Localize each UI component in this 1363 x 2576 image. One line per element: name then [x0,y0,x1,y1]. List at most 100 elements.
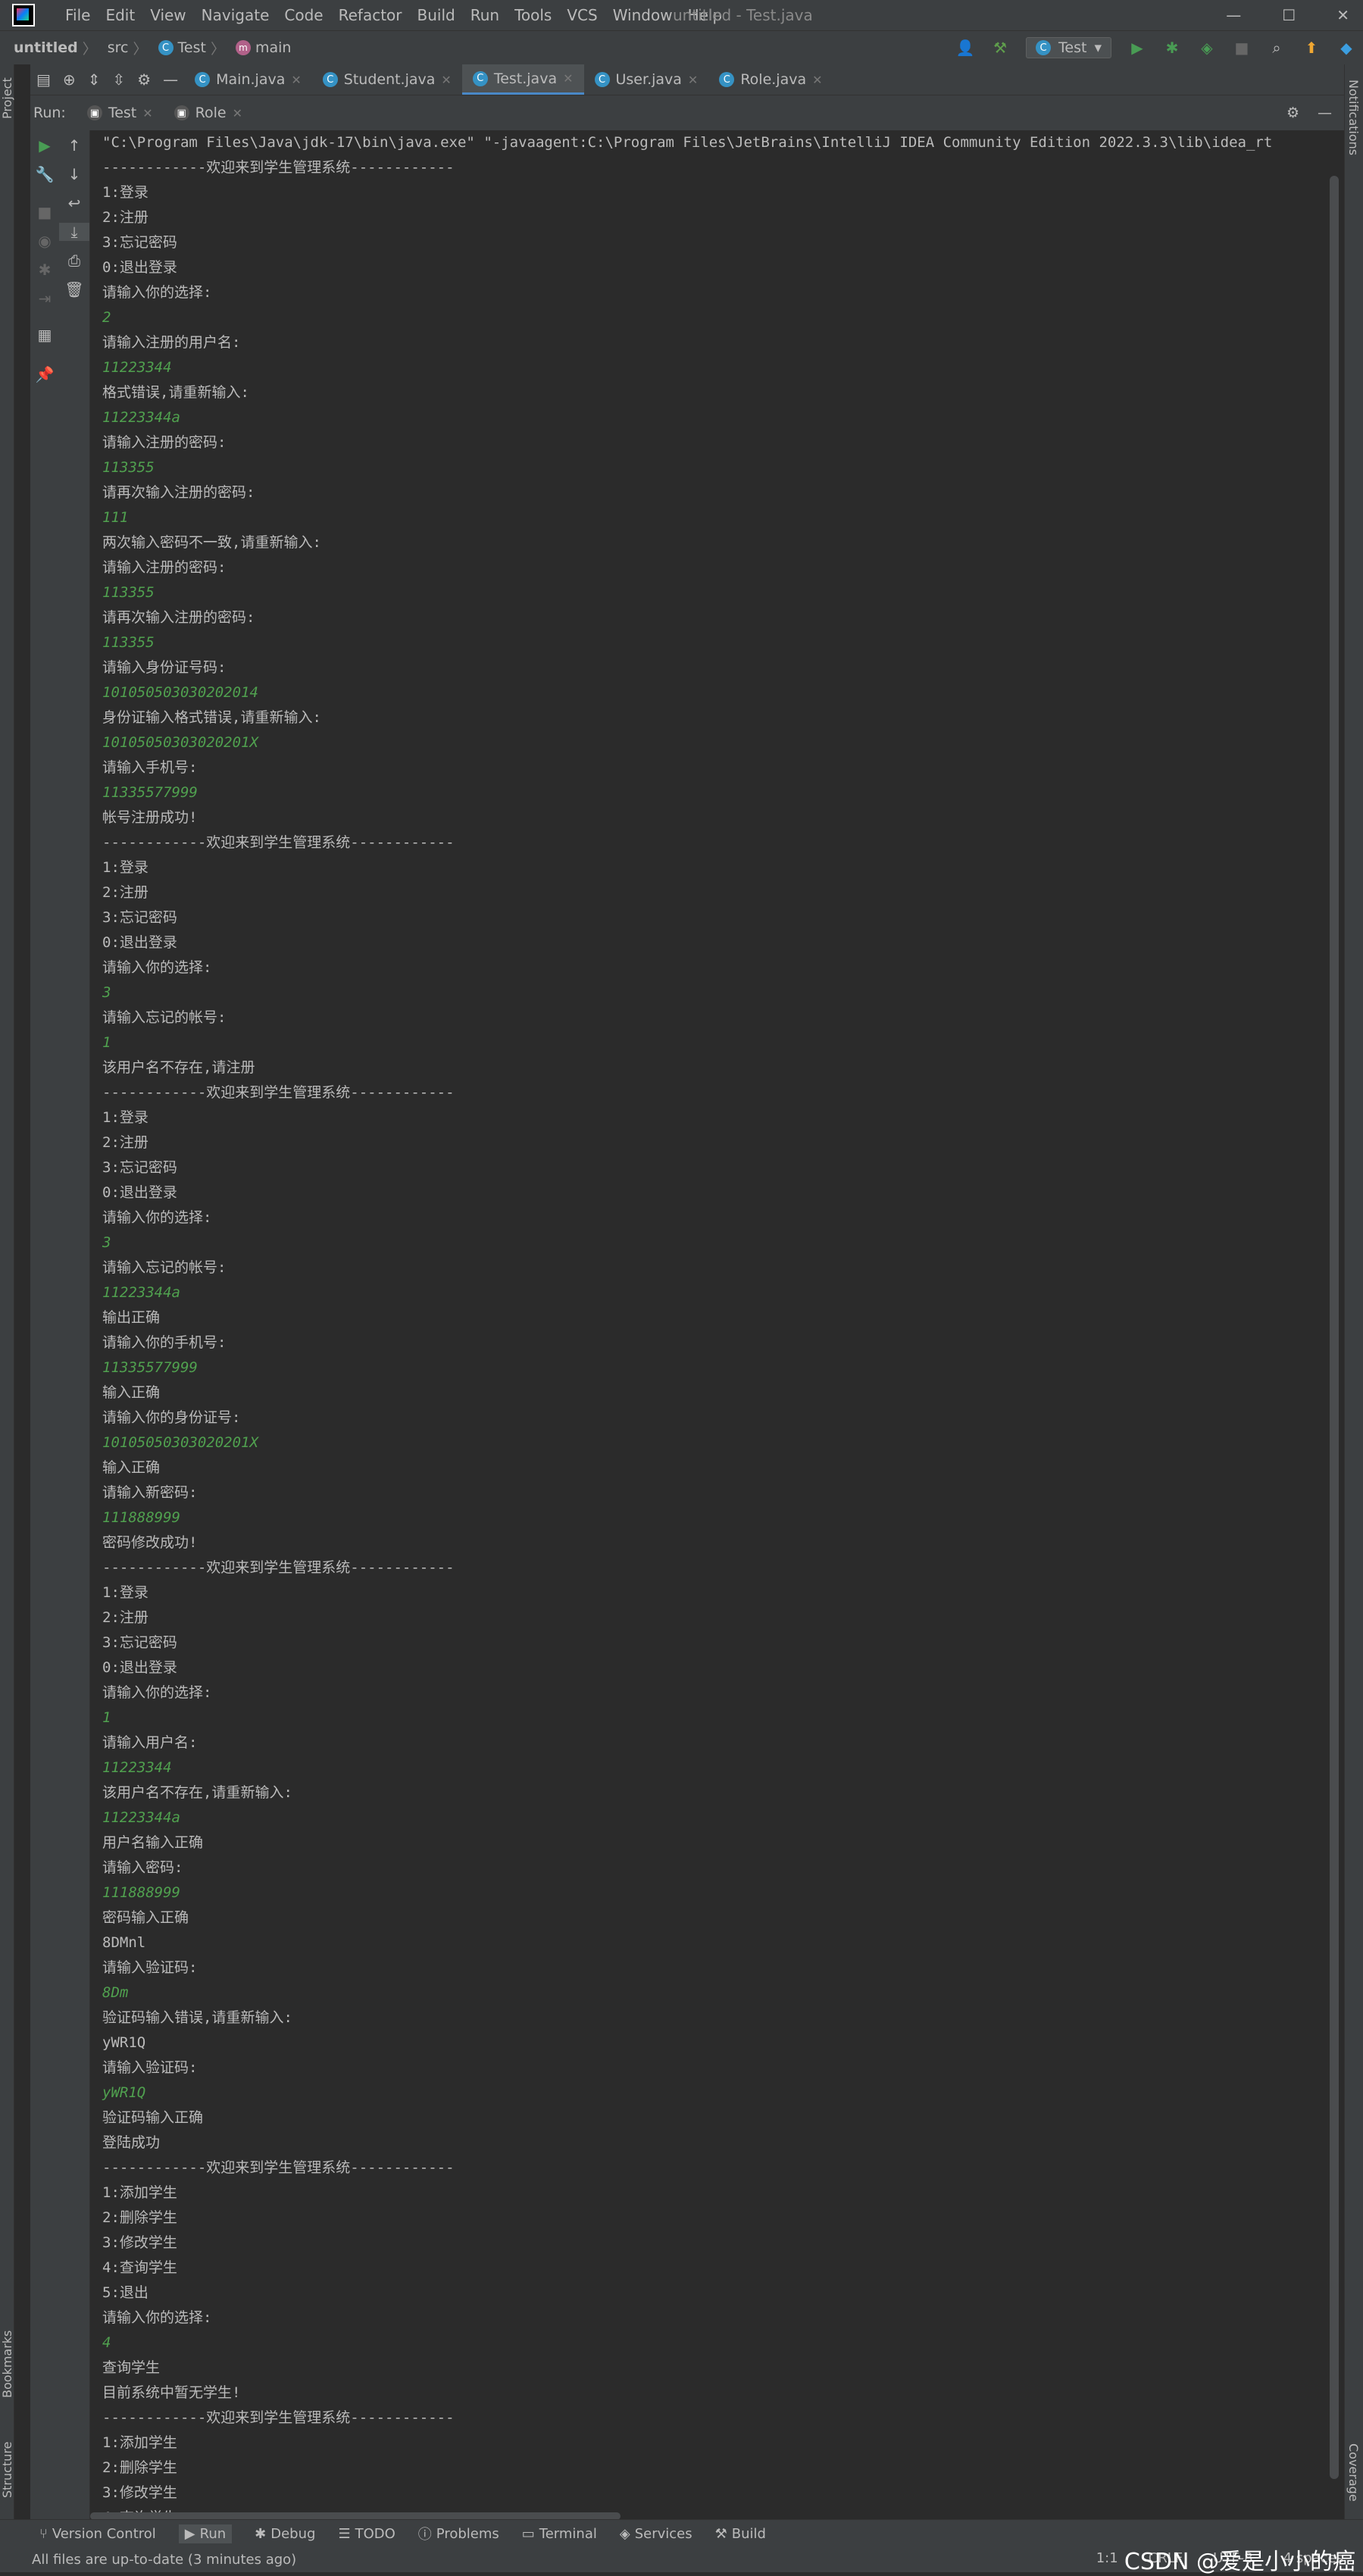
run-tab-role[interactable]: ▣ Role ✕ [174,105,242,121]
menu-item-build[interactable]: Build [410,6,463,24]
structure-tool-tab[interactable]: Structure [0,2436,14,2504]
breadcrumb-method[interactable]: m main [235,39,291,56]
maximize-icon[interactable]: ☐ [1282,6,1296,24]
run-icon[interactable]: ▶ [1128,39,1146,57]
menu-bar: File Edit View Navigate Code Refactor Build Run… [58,6,730,24]
layout-icon[interactable]: ▦ [30,326,59,344]
breadcrumb-src[interactable]: src [108,39,129,56]
stop-icon[interactable]: ■ [30,203,59,221]
run-panel-actions: ⚙ — [1286,105,1332,121]
bottom-tab-run[interactable]: ▶ Run [178,2524,233,2543]
menu-item-edit[interactable]: Edit [98,6,142,24]
menu-item-code[interactable]: Code [277,6,330,24]
console-output-line: 请输入身份证号码: [102,659,227,676]
debug-icon[interactable]: ✱ [30,261,59,279]
user-icon[interactable]: 👤 [956,39,975,57]
update-icon[interactable]: ⬆ [1302,39,1321,57]
bottom-tab-version-control[interactable]: ⑂ Version Control [39,2526,156,2542]
notifications-tool-tab[interactable]: Notifications [1346,80,1361,155]
run-tab-test[interactable]: ▣ Test ✕ [86,105,153,121]
file-tab-test-java[interactable]: C Test.java ✕ [461,64,584,95]
target-icon[interactable]: ⊕ [63,70,76,89]
up-arrow-icon[interactable]: ↑ [59,136,89,155]
close-icon[interactable]: ✕ [688,73,698,87]
console-output-line: 0:退出登录 [102,934,177,951]
hide-icon[interactable]: — [1318,105,1332,121]
minimize-icon[interactable]: — [1226,6,1241,24]
console-output-line: 1:添加学生 [102,2184,177,2201]
bottom-tab-debug[interactable]: ✱ Debug [255,2526,315,2542]
run-configuration-select[interactable]: C Test ▾ [1026,37,1111,58]
console-output-line: 请输入用户名: [102,1734,198,1751]
hide-icon[interactable]: — [163,70,178,89]
menu-item-window[interactable]: Window [605,6,680,24]
file-tab-role-java[interactable]: C Role.java ✕ [708,64,833,95]
tool-window-icon: ⑂ [39,2525,48,2542]
toolbox-icon[interactable]: ◆ [1337,39,1355,57]
soft-wrap-icon[interactable]: ↩ [59,194,89,212]
bottom-tab-todo[interactable]: ☰ TODO [338,2526,395,2542]
bottom-tab-build[interactable]: ⚒ Build [715,2526,766,2542]
project-tool-tab[interactable]: Project [0,72,14,125]
bottom-tab-label: Terminal [539,2525,597,2542]
wrench-icon[interactable]: 🔧 [30,165,59,183]
close-icon[interactable]: ✕ [812,73,822,87]
stop-icon[interactable]: ■ [1233,39,1251,57]
close-icon[interactable]: ✕ [233,106,242,120]
close-icon[interactable]: ✕ [142,106,152,120]
run-toolbar: ▶ 🔧 ■ ◉ ✱ ⇥ ▦ 📌 [30,130,59,2531]
project-view-icon[interactable]: ▤ [36,70,51,89]
console-input-line: 3 [102,984,111,1001]
debug-icon[interactable]: ✱ [1163,39,1181,57]
caret-position[interactable]: 1:1 [1096,2550,1118,2566]
bookmarks-tool-tab[interactable]: Bookmarks [0,2322,14,2406]
exit-icon[interactable]: ⇥ [30,289,59,308]
close-icon[interactable]: ✕ [291,73,301,87]
menu-item-navigate[interactable]: Navigate [194,6,277,24]
class-icon: C [158,40,174,55]
bottom-tab-label: Build [731,2525,766,2542]
search-icon[interactable]: ⌕ [1268,39,1286,57]
close-icon[interactable]: ✕ [441,73,451,87]
expand-all-icon[interactable]: ⇕ [88,70,101,89]
menu-item-run[interactable]: Run [463,6,507,24]
bottom-tab-label: Run [199,2525,227,2542]
down-arrow-icon[interactable]: ↓ [59,165,89,183]
scrollbar-thumb[interactable] [1330,176,1339,2479]
bottom-tab-terminal[interactable]: ▭ Terminal [522,2526,597,2542]
coverage-tool-tab[interactable]: Coverage [1346,2443,1361,2502]
camera-icon[interactable]: ◉ [30,232,59,250]
scroll-to-end-icon[interactable]: ⤓ [59,223,89,241]
console-output[interactable]: "C:\Program Files\Java\jdk-17\bin\java.e… [90,130,1325,2517]
menu-item-view[interactable]: View [142,6,193,24]
file-tab-user-java[interactable]: C User.java ✕ [584,64,709,95]
close-icon[interactable]: ✕ [563,71,573,86]
menu-item-file[interactable]: File [58,6,98,24]
pin-icon[interactable]: 📌 [30,365,59,383]
rerun-icon[interactable]: ▶ [30,136,59,155]
print-icon[interactable]: ⎙ [59,252,89,270]
class-icon: C [594,72,610,87]
gear-icon[interactable]: ⚙ [137,70,151,89]
breadcrumb-project[interactable]: untitled [14,39,78,56]
console-output-line: 3:修改学生 [102,2234,177,2251]
file-tab-main-java[interactable]: C Main.java ✕ [184,64,312,95]
close-icon[interactable]: ✕ [1336,6,1349,24]
bottom-tab-services[interactable]: ◈ Services [620,2526,692,2542]
collapse-all-icon[interactable]: ⇳ [112,70,125,89]
console-output-line: 3:忘记密码 [102,1159,177,1176]
gear-icon[interactable]: ⚙ [1286,105,1299,121]
console-output-line: 请再次输入注册的密码: [102,484,255,501]
build-hammer-icon[interactable]: ⚒ [991,39,1009,57]
bottom-tab-problems[interactable]: ⓘ Problems [418,2524,499,2543]
menu-item-vcs[interactable]: VCS [559,6,605,24]
file-tab-student-java[interactable]: C Student.java ✕ [312,64,462,95]
run-tabs: ▣ Test ✕ ▣ Role ✕ [66,105,242,121]
menu-item-tools[interactable]: Tools [507,6,559,24]
breadcrumb-class[interactable]: C Test [158,39,206,56]
tool-window-icon: ⚒ [714,2525,727,2542]
console-vertical-scrollbar[interactable] [1327,130,1343,2517]
menu-item-refactor[interactable]: Refactor [331,6,410,24]
trash-icon[interactable]: 🗑 [59,280,89,299]
coverage-icon[interactable]: ◈ [1198,39,1216,57]
